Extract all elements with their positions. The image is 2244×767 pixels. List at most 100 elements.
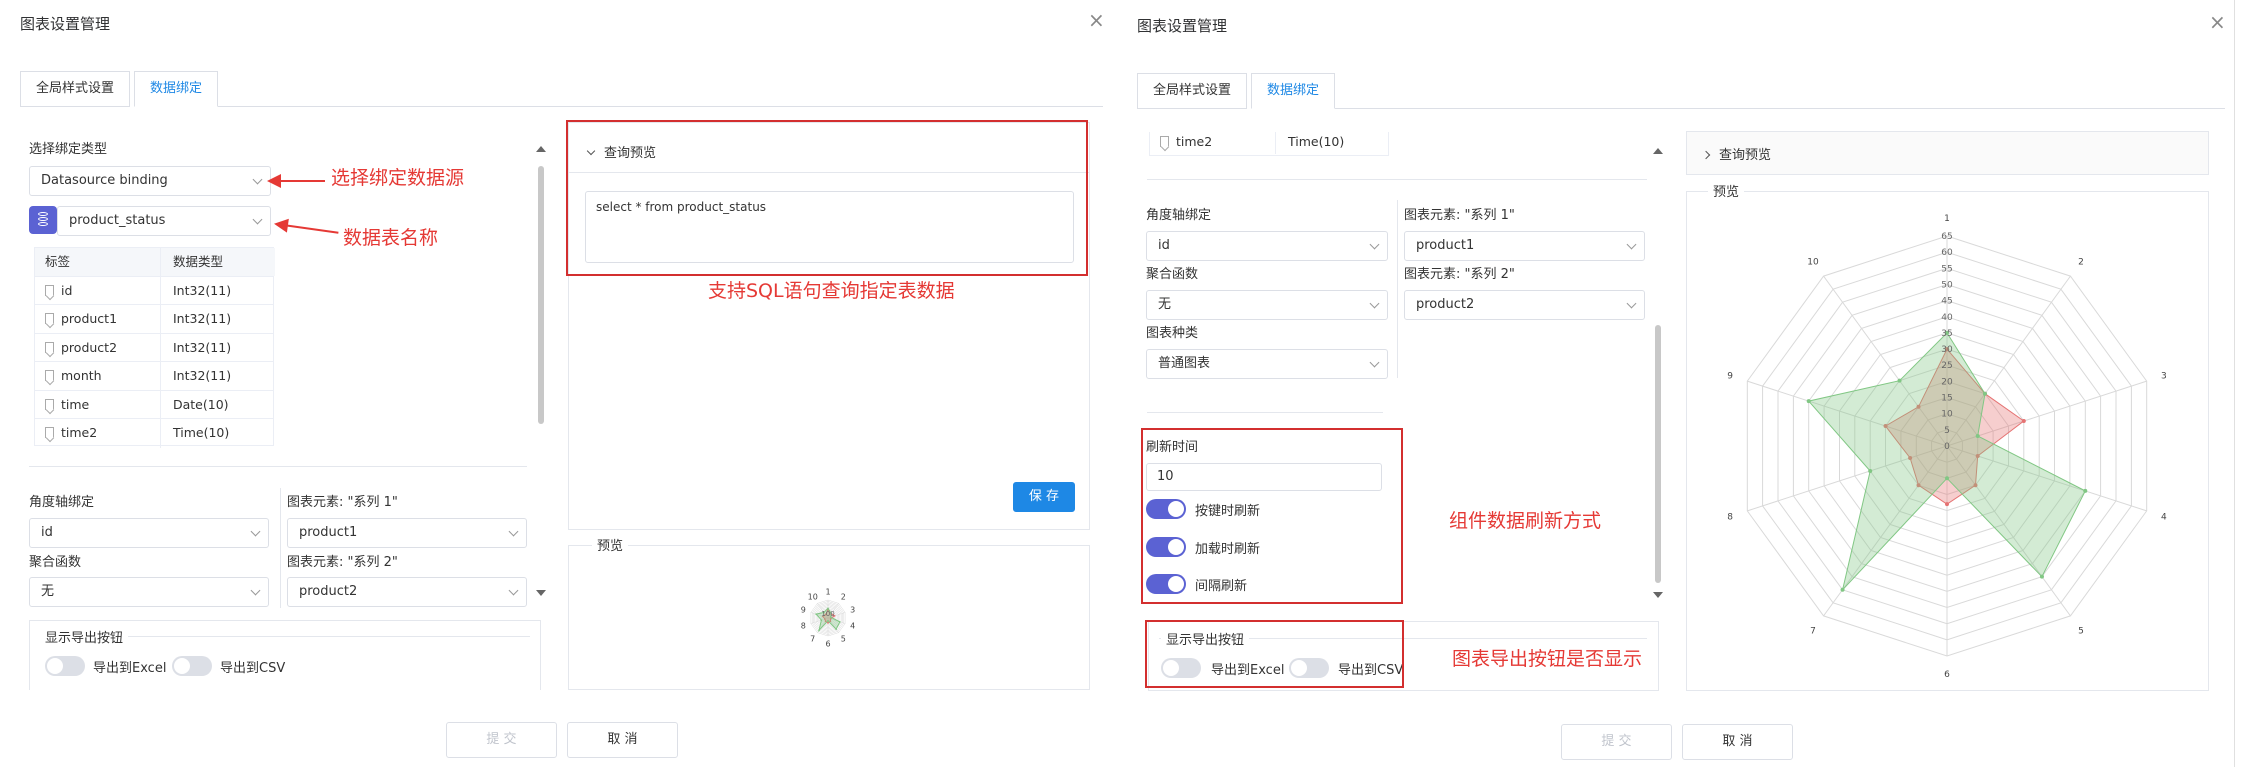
left-save-button[interactable]: 保 存 bbox=[1013, 482, 1075, 512]
radar-point bbox=[1945, 502, 1949, 507]
radar-point bbox=[1982, 391, 1987, 396]
field-label: product2 bbox=[61, 339, 118, 355]
radar-point bbox=[1868, 468, 1873, 473]
left-tab-global-style[interactable]: 全局样式设置 bbox=[20, 71, 130, 107]
radar-tick-label: 55 bbox=[1941, 264, 1952, 274]
left-table-select[interactable]: product_status bbox=[57, 206, 271, 236]
radar-point bbox=[827, 607, 829, 610]
right-angle-axis-value: id bbox=[1158, 238, 1170, 253]
right-scroll-up-icon[interactable] bbox=[1653, 148, 1663, 154]
bookmark-icon bbox=[45, 427, 54, 438]
right-angle-axis-select[interactable]: id bbox=[1146, 231, 1388, 261]
left-submit-button[interactable]: 提 交 bbox=[446, 722, 557, 758]
chevron-down-icon bbox=[1626, 239, 1637, 250]
left-bind-type-value: Datasource binding bbox=[41, 173, 168, 188]
field-label: id bbox=[61, 282, 73, 298]
right-fields-table: time2 Time(10) bbox=[1149, 132, 1389, 156]
radar-category-label: 10 bbox=[1807, 258, 1819, 268]
left-series2-select[interactable]: product2 bbox=[287, 577, 527, 607]
radar-point bbox=[2083, 488, 2088, 493]
left-tab-line bbox=[218, 106, 1103, 107]
left-divider bbox=[29, 466, 527, 467]
left-scroll-up-icon[interactable] bbox=[536, 146, 546, 152]
right-close-icon[interactable]: × bbox=[2209, 12, 2226, 32]
right-scroll-down-icon[interactable] bbox=[1653, 592, 1663, 598]
right-cancel-button[interactable]: 取 消 bbox=[1682, 724, 1793, 760]
left-export-excel-switch[interactable] bbox=[45, 656, 85, 676]
radar-category-label: 3 bbox=[850, 606, 855, 615]
left-close-icon[interactable]: × bbox=[1088, 10, 1105, 30]
right-scrollbar[interactable] bbox=[1655, 325, 1661, 583]
left-scroll-down-icon[interactable] bbox=[536, 590, 546, 596]
right-chart-kind-select[interactable]: 普通图表 bbox=[1146, 349, 1388, 379]
left-series2-value: product2 bbox=[299, 584, 358, 599]
right-series2-label: 图表元素: "系列 2" bbox=[1404, 267, 1515, 282]
radar-category-label: 7 bbox=[1810, 626, 1816, 636]
right-submit-button[interactable]: 提 交 bbox=[1561, 724, 1672, 760]
table-row[interactable]: product1 Int32(11) bbox=[35, 305, 273, 334]
bookmark-icon bbox=[45, 313, 54, 324]
left-tab-data-binding[interactable]: 数据绑定 bbox=[134, 71, 218, 107]
left-annotation-table: 数据表名称 bbox=[343, 227, 439, 249]
table-row[interactable]: month Int32(11) bbox=[35, 362, 273, 391]
table-row[interactable]: product2 Int32(11) bbox=[35, 333, 273, 362]
radar-category-label: 3 bbox=[2161, 372, 2167, 382]
left-series1-label: 图表元素: "系列 1" bbox=[287, 495, 398, 510]
left-bind-type-label: 选择绑定类型 bbox=[29, 142, 108, 157]
left-scrollbar[interactable] bbox=[538, 166, 544, 424]
radar-category-label: 1 bbox=[1944, 214, 1950, 224]
left-export-csv-switch[interactable] bbox=[172, 656, 212, 676]
right-query-header[interactable]: 查询预览 bbox=[1701, 144, 1772, 163]
right-divider-1 bbox=[1147, 179, 1647, 180]
radar-category-label: 6 bbox=[825, 640, 830, 649]
radar-point bbox=[2021, 419, 2026, 424]
bookmark-icon bbox=[45, 284, 54, 296]
field-type: Int32(11) bbox=[173, 282, 232, 298]
radar-category-label: 1 bbox=[825, 588, 830, 597]
left-agg-value: 无 bbox=[41, 584, 55, 599]
right-column-divider bbox=[1397, 200, 1398, 378]
chevron-down-icon bbox=[252, 214, 263, 225]
left-angle-axis-select[interactable]: id bbox=[29, 518, 269, 548]
right-refresh-highlight bbox=[1141, 428, 1403, 604]
right-query-title: 查询预览 bbox=[1719, 148, 1772, 163]
table-row[interactable]: id Int32(11) bbox=[35, 276, 273, 305]
left-arrow-datasource bbox=[267, 174, 325, 188]
radar-category-label: 4 bbox=[2161, 512, 2167, 522]
table-row[interactable]: time2 Time(10) bbox=[1150, 132, 1388, 154]
right-tab-global-style[interactable]: 全局样式设置 bbox=[1137, 73, 1247, 109]
radar-tick-label: 15 bbox=[1941, 394, 1952, 404]
radar-point bbox=[815, 613, 817, 615]
right-series1-select[interactable]: product1 bbox=[1404, 231, 1645, 261]
left-annotation-datasource: 选择绑定数据源 bbox=[331, 167, 465, 189]
left-fields-table: 标签 数据类型 id Int32(11) product1 Int32(11) … bbox=[34, 247, 275, 448]
right-radar-chart: 0510152025303540455055606512345678910 bbox=[1727, 214, 2167, 680]
radar-point bbox=[1975, 434, 1980, 439]
radar-tick-label: 45 bbox=[1941, 297, 1952, 307]
right-agg-select[interactable]: 无 bbox=[1146, 290, 1388, 320]
chevron-down-icon bbox=[1369, 298, 1380, 309]
right-dialog: 图表设置管理 × 全局样式设置 数据绑定 time2 Time(10) 角度轴绑… bbox=[1115, 0, 2244, 767]
left-bind-type-select[interactable]: Datasource binding bbox=[29, 166, 271, 196]
left-angle-axis-label: 角度轴绑定 bbox=[29, 495, 95, 510]
right-tab-line bbox=[1335, 108, 2225, 109]
left-cancel-button[interactable]: 取 消 bbox=[567, 722, 678, 758]
radar-tick-label: 65 bbox=[1941, 232, 1952, 242]
field-type: Date(10) bbox=[173, 396, 229, 412]
table-row[interactable]: time Date(10) bbox=[35, 390, 273, 419]
right-annotation-export: 图表导出按钮是否显示 bbox=[1452, 648, 1643, 670]
left-table-value: product_status bbox=[69, 213, 166, 228]
right-tab-data-binding[interactable]: 数据绑定 bbox=[1251, 73, 1335, 109]
right-series2-select[interactable]: product2 bbox=[1404, 290, 1645, 320]
table-row[interactable]: time2 Time(10) bbox=[35, 419, 273, 448]
left-series1-select[interactable]: product1 bbox=[287, 518, 527, 548]
radar-category-label: 2 bbox=[2078, 258, 2084, 268]
left-agg-select[interactable]: 无 bbox=[29, 577, 269, 607]
left-annotation-sql: 支持SQL语句查询指定表数据 bbox=[708, 280, 955, 302]
right-export-highlight bbox=[1145, 620, 1404, 688]
bookmark-icon bbox=[45, 398, 54, 410]
radar-tick-label: 60 bbox=[1941, 248, 1953, 258]
chevron-down-icon bbox=[508, 526, 519, 537]
bookmark-icon bbox=[1160, 136, 1169, 147]
radar-category-label: 9 bbox=[1727, 372, 1733, 382]
